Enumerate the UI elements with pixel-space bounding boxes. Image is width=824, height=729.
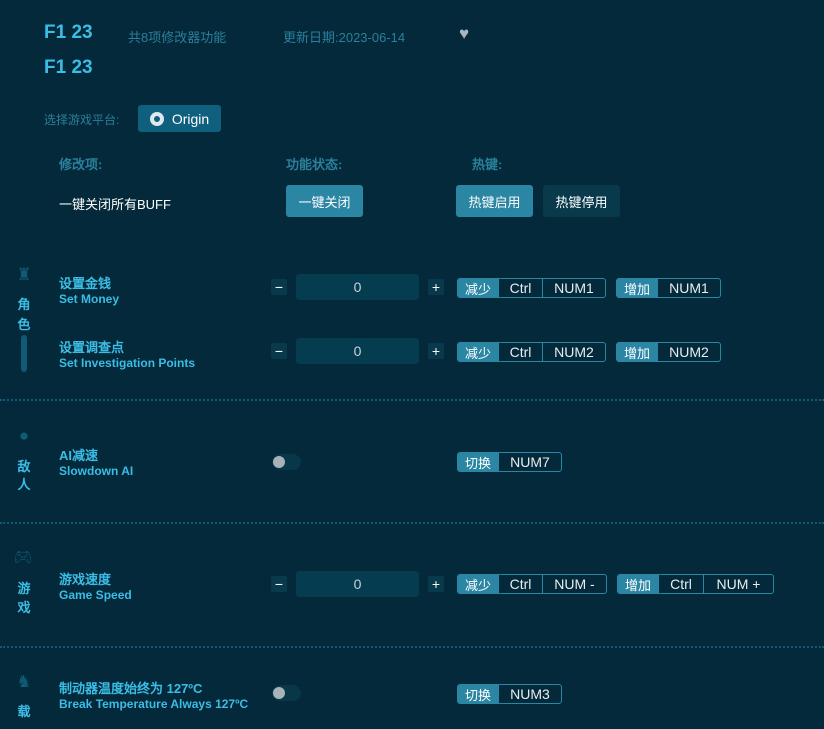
platform-label: 选择游戏平台: [44, 111, 119, 128]
hotkey-label: 增加 [617, 343, 657, 361]
hotkey-key: NUM1 [657, 279, 720, 297]
close-all-button[interactable]: 一键关闭 [286, 185, 363, 217]
item-cn-label: 制动器温度始终为 127ºC [59, 678, 202, 697]
category-char: 人 [14, 474, 34, 493]
hotkey-key: NUM - [542, 575, 606, 593]
gamepad-icon: 🎮︎ [13, 548, 33, 566]
category-char: 载 [14, 701, 34, 720]
hotkey-key: NUM1 [542, 279, 605, 297]
hotkey-increase[interactable]: 增加NUM1 [616, 278, 721, 298]
hotkey-label: 切换 [458, 685, 498, 703]
close-all-label: 一键关闭所有BUFF [59, 194, 171, 213]
hotkey-key: NUM + [703, 575, 773, 593]
skull-icon: ● [14, 426, 34, 446]
column-item: 修改项: [59, 154, 102, 173]
horse-icon: ♞ [14, 672, 34, 692]
category-scrollbar[interactable] [21, 335, 27, 372]
hotkey-key: Ctrl [498, 279, 542, 297]
money-input[interactable]: 0 [296, 274, 419, 300]
hotkey-label: 增加 [618, 575, 658, 593]
game-title: F1 23 [44, 22, 93, 44]
item-en-label: Slowdown AI [59, 464, 133, 478]
hotkey-label: 减少 [458, 279, 498, 297]
section-divider [0, 522, 824, 524]
category-char: 戏 [14, 597, 34, 616]
hotkey-key: NUM3 [498, 685, 561, 703]
item-cn-label: 设置调查点 [59, 337, 124, 356]
game-speed-input[interactable]: 0 [296, 571, 419, 597]
hotkey-toggle[interactable]: 切换NUM3 [457, 684, 562, 704]
item-en-label: Set Investigation Points [59, 356, 195, 370]
column-status: 功能状态: [286, 154, 342, 173]
item-cn-label: AI减速 [59, 445, 98, 464]
update-date: 更新日期:2023-06-14 [283, 27, 405, 46]
hotkey-key: NUM7 [498, 453, 561, 471]
item-cn-label: 游戏速度 [59, 569, 111, 588]
column-hotkey: 热键: [472, 154, 502, 173]
increase-button[interactable]: + [428, 343, 444, 359]
hotkey-label: 减少 [458, 343, 498, 361]
hotkey-decrease[interactable]: 减少CtrlNUM1 [457, 278, 606, 298]
item-cn-label: 设置金钱 [59, 273, 111, 292]
increase-button[interactable]: + [428, 279, 444, 295]
hotkey-increase[interactable]: 增加NUM2 [616, 342, 721, 362]
hotkey-key: NUM2 [542, 343, 605, 361]
hotkey-label: 减少 [458, 575, 498, 593]
hotkey-key: Ctrl [658, 575, 703, 593]
hotkey-key: NUM2 [657, 343, 720, 361]
character-icon: ♜ [14, 265, 34, 285]
hotkey-decrease[interactable]: 减少CtrlNUM2 [457, 342, 606, 362]
hotkey-decrease[interactable]: 减少CtrlNUM - [457, 574, 607, 594]
hotkey-toggle[interactable]: 切换NUM7 [457, 452, 562, 472]
feature-count: 共8项修改器功能 [128, 27, 226, 46]
hotkey-disable-button[interactable]: 热键停用 [543, 185, 620, 217]
category-char: 色 [14, 314, 34, 333]
hotkey-label: 切换 [458, 453, 498, 471]
decrease-button[interactable]: − [271, 279, 287, 295]
hotkey-increase[interactable]: 增加CtrlNUM + [617, 574, 774, 594]
game-subtitle: F1 23 [44, 57, 93, 79]
origin-icon [150, 112, 164, 126]
increase-button[interactable]: + [428, 576, 444, 592]
decrease-button[interactable]: − [271, 576, 287, 592]
section-divider [0, 646, 824, 648]
section-divider [0, 399, 824, 401]
category-char: 角 [14, 294, 34, 313]
item-en-label: Set Money [59, 292, 119, 306]
platform-name: Origin [172, 111, 209, 127]
hotkey-key: Ctrl [498, 343, 542, 361]
investigation-input[interactable]: 0 [296, 338, 419, 364]
item-en-label: Game Speed [59, 588, 132, 602]
category-char: 游 [14, 578, 34, 597]
brake-temp-toggle[interactable] [272, 685, 301, 701]
hotkey-enable-button[interactable]: 热键启用 [456, 185, 533, 217]
item-en-label: Break Temperature Always 127ºC [59, 697, 248, 711]
hotkey-label: 增加 [617, 279, 657, 297]
hotkey-key: Ctrl [498, 575, 542, 593]
slowdown-ai-toggle[interactable] [272, 454, 301, 470]
heart-icon[interactable]: ♥ [459, 24, 469, 44]
category-char: 敌 [14, 456, 34, 475]
platform-origin-button[interactable]: Origin [138, 105, 221, 132]
decrease-button[interactable]: − [271, 343, 287, 359]
